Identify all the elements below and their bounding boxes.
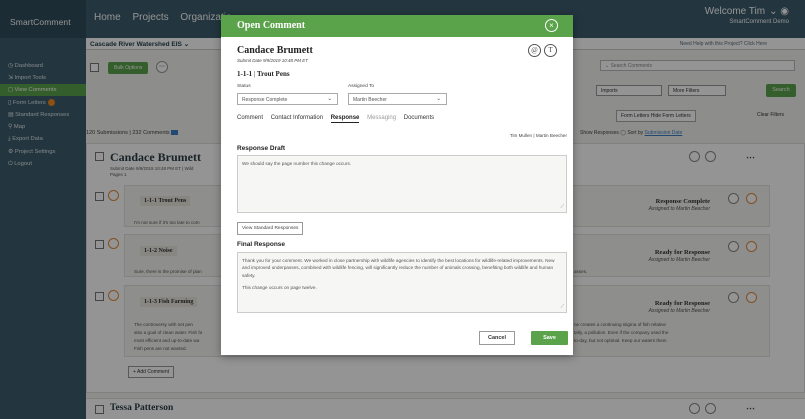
response-draft-label: Response Draft: [237, 145, 286, 152]
cancel-button[interactable]: Cancel: [479, 331, 515, 345]
tab-contact-information[interactable]: Contact Information: [271, 115, 323, 121]
submit-date: Submit Date 9/9/2019 10:48 PM ET: [237, 58, 309, 63]
save-button[interactable]: Save: [531, 331, 568, 345]
modal-action-icons: @ T: [525, 44, 557, 57]
status-label: Status: [237, 84, 251, 89]
modal-tabs: Comment Contact Information Response Mes…: [237, 115, 440, 123]
comment-id-topic: 1-1-1 | Trout Pens: [237, 70, 290, 78]
response-authors: Tim Mullen | Martin Beecher: [509, 133, 567, 138]
tab-comment[interactable]: Comment: [237, 115, 263, 121]
tab-response[interactable]: Response: [330, 115, 360, 123]
tag-icon[interactable]: T: [544, 44, 557, 57]
tab-messaging[interactable]: Messaging: [367, 115, 396, 121]
contact-icon[interactable]: @: [528, 44, 541, 57]
final-response-label: Final Response: [237, 241, 286, 248]
open-comment-modal: Open Comment × Candace Brumett Submit Da…: [221, 15, 573, 355]
assigned-select[interactable]: Martin Beecher ⌄: [348, 93, 447, 105]
modal-title: Open Comment: [237, 20, 306, 31]
chevron-down-icon: ⌄: [436, 96, 441, 102]
tab-documents[interactable]: Documents: [404, 115, 434, 121]
final-response-paragraph: This change occurs on page twelve.: [242, 284, 317, 290]
assigned-label: Assigned To: [348, 84, 375, 89]
chevron-down-icon: ⌄: [327, 96, 332, 102]
commenter-name: Candace Brumett: [237, 45, 313, 56]
resize-handle-icon[interactable]: ⟋: [560, 304, 564, 311]
final-response-paragraph: Thank you for your comment. We worked in…: [242, 258, 555, 278]
status-select[interactable]: Response Complete ⌄: [237, 93, 338, 105]
close-icon[interactable]: ×: [545, 19, 558, 32]
response-draft-textarea[interactable]: We should say the page number this chang…: [237, 155, 567, 213]
final-response-textarea[interactable]: Thank you for your comment. We worked in…: [237, 252, 567, 313]
resize-handle-icon[interactable]: ⟋: [560, 204, 564, 211]
modal-header: Open Comment ×: [221, 15, 573, 37]
view-standard-responses-button[interactable]: View Standard Responses: [237, 222, 304, 235]
